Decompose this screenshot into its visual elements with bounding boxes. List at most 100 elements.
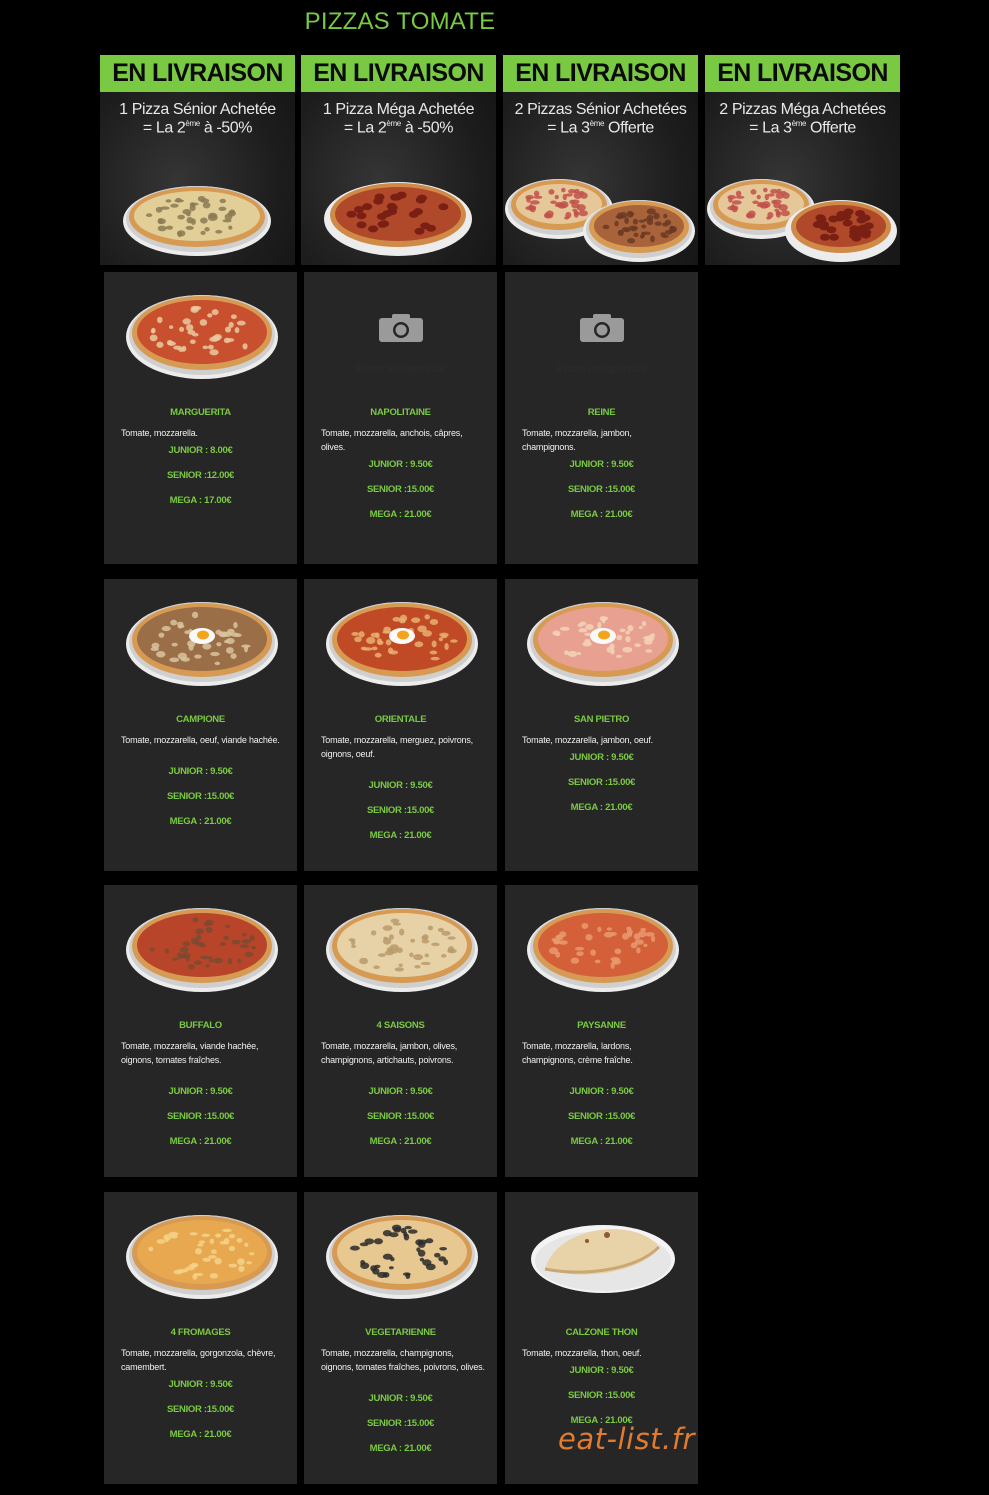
pizza-ingredients: Tomate, mozzarella, oeuf, viande hachée.	[121, 735, 280, 745]
pizza-name: MARGUERITA	[170, 407, 231, 418]
pizza-image	[126, 1215, 278, 1299]
price-senior: SENIOR :15.00€	[366, 1418, 435, 1429]
price-senior: SENIOR :15.00€	[567, 1111, 636, 1122]
pizza-name: CALZONE THON	[565, 1327, 638, 1338]
price-mega: MEGA : 21.00€	[369, 509, 432, 520]
price-list: JUNIOR : 9.50€ SENIOR :15.00€ MEGA : 21.00…	[304, 458, 497, 533]
pizza-image	[326, 602, 478, 686]
pizza-ingredients: Tomate, mozzarella.	[121, 428, 198, 438]
pizza-image	[126, 602, 278, 686]
pizza-card[interactable]: BUFFALO Tomate, mozzarella, viande hachée…	[104, 885, 297, 1177]
price-senior: SENIOR :15.00€	[567, 484, 636, 495]
price-mega: MEGA : 21.00€	[169, 816, 232, 827]
pizza-ingredients: Tomate, mozzarella, jambon, olives, cham…	[321, 1041, 458, 1065]
pizza-card[interactable]: Photo indisponible NAPOLITAINE Tomate, moz…	[304, 272, 497, 564]
price-list: JUNIOR : 9.50€ SENIOR :15.00€ MEGA : 21.00…	[104, 1378, 297, 1453]
pizza-ingredients: Tomate, mozzarella, thon, oeuf.	[522, 1348, 642, 1358]
calzone-image	[531, 1225, 675, 1293]
camera-icon	[378, 314, 423, 342]
promo-banner: EN LIVRAISON	[503, 55, 698, 92]
pizza-name: 4 SAISONS	[376, 1020, 425, 1031]
pizza-ingredients: Tomate, mozzarella, champignons, oignons…	[321, 1348, 485, 1372]
price-list: JUNIOR : 9.50€ SENIOR :15.00€ MEGA : 21.00…	[104, 765, 297, 840]
pizza-name: PAYSANNE	[577, 1020, 626, 1031]
pizza-name: VEGETARIENNE	[365, 1327, 436, 1338]
page-title: PIZZAS TOMATE	[304, 8, 496, 35]
promo-tile[interactable]: EN LIVRAISON 1 Pizza Sénior Achetée = La 2…	[100, 55, 295, 265]
promo-pizza-image	[324, 182, 472, 256]
pizza-name: CAMPIONE	[176, 714, 225, 725]
photo-unavailable-caption: Photo indisponible	[355, 363, 446, 375]
price-list: JUNIOR : 9.50€ SENIOR :15.00€ MEGA : 21.00…	[104, 1085, 297, 1160]
pizza-image	[126, 295, 278, 379]
promo-banner: EN LIVRAISON	[705, 55, 900, 92]
pizza-card[interactable]: VEGETARIENNE Tomate, mozzarella, champign…	[304, 1192, 497, 1484]
pizza-card[interactable]: CAMPIONE Tomate, mozzarella, oeuf, viande…	[104, 579, 297, 871]
price-list: JUNIOR : 8.00€ SENIOR :12.00€ MEGA : 17.00…	[104, 444, 297, 519]
pizza-image	[527, 602, 679, 686]
price-junior: JUNIOR : 9.50€	[168, 766, 233, 777]
photo-unavailable: Photo indisponible	[304, 312, 497, 375]
pizza-ingredients: Tomate, mozzarella, gorgonzola, chèvre, …	[121, 1348, 276, 1372]
price-senior: SENIOR :15.00€	[366, 1111, 435, 1122]
price-junior: JUNIOR : 9.50€	[168, 1086, 233, 1097]
price-junior: JUNIOR : 9.50€	[569, 459, 634, 470]
promo-offer-detail: = La 3ème Offerte	[547, 119, 654, 137]
pizza-ingredients: Tomate, mozzarella, merguez, poivrons, o…	[321, 735, 473, 759]
price-junior: JUNIOR : 9.50€	[569, 1086, 634, 1097]
pizza-ingredients: Tomate, mozzarella, lardons, champignons…	[522, 1041, 633, 1065]
pizza-image	[126, 908, 278, 992]
promo-pizza-image	[123, 186, 271, 256]
pizza-card[interactable]: 4 FROMAGES Tomate, mozzarella, gorgonzola…	[104, 1192, 297, 1484]
promo-offer-line: 2 Pizzas Méga Achetées	[719, 101, 886, 118]
pizza-card[interactable]: SAN PIETRO Tomate, mozzarella, jambon, oe…	[505, 579, 698, 871]
price-junior: JUNIOR : 8.00€	[168, 445, 233, 456]
promo-banner: EN LIVRAISON	[301, 55, 496, 92]
promo-pizza-image	[707, 179, 897, 262]
price-mega: MEGA : 21.00€	[570, 1136, 633, 1147]
camera-icon	[579, 314, 624, 342]
price-list: JUNIOR : 9.50€ SENIOR :15.00€ MEGA : 21.00…	[505, 458, 698, 533]
promo-banner: EN LIVRAISON	[100, 55, 295, 92]
promo-offer-detail: = La 3ème Offerte	[749, 119, 856, 137]
promo-tile[interactable]: EN LIVRAISON 2 Pizzas Sénior Achetées = La…	[503, 55, 698, 265]
price-list: JUNIOR : 9.50€ SENIOR :15.00€ MEGA : 21.00…	[505, 1085, 698, 1160]
promo-offer-detail: = La 2ème à -50%	[343, 119, 454, 137]
promo-tile[interactable]: EN LIVRAISON 2 Pizzas Méga Achetées = La 3…	[705, 55, 900, 265]
pizza-ingredients: Tomate, mozzarella, jambon, champignons.	[522, 428, 632, 452]
price-junior: JUNIOR : 9.50€	[368, 1393, 433, 1404]
price-mega: MEGA : 21.00€	[169, 1136, 232, 1147]
pizza-name: ORIENTALE	[374, 714, 427, 725]
price-senior: SENIOR :15.00€	[166, 1404, 235, 1415]
pizza-name: REINE	[587, 407, 616, 418]
promo-tile[interactable]: EN LIVRAISON 1 Pizza Méga Achetée = La 2èm…	[301, 55, 496, 265]
photo-unavailable: Photo indisponible	[505, 312, 698, 375]
photo-unavailable-caption: Photo indisponible	[556, 363, 647, 375]
pizza-name: NAPOLITAINE	[370, 407, 431, 418]
promo-offer-line: 2 Pizzas Sénior Achetées	[514, 101, 687, 118]
pizza-ingredients: Tomate, mozzarella, viande hachée, oigno…	[121, 1041, 259, 1065]
pizza-image	[527, 908, 679, 992]
price-junior: JUNIOR : 9.50€	[368, 459, 433, 470]
pizza-card[interactable]: 4 SAISONS Tomate, mozzarella, jambon, oli…	[304, 885, 497, 1177]
price-mega: MEGA : 21.00€	[369, 1443, 432, 1454]
price-senior: SENIOR :15.00€	[166, 1111, 235, 1122]
price-mega: MEGA : 21.00€	[369, 830, 432, 841]
price-list: JUNIOR : 9.50€ SENIOR :15.00€ MEGA : 21.00…	[505, 751, 698, 826]
promo-pizza-image	[505, 179, 695, 262]
price-junior: JUNIOR : 9.50€	[368, 1086, 433, 1097]
promo-offer-line: 1 Pizza Méga Achetée	[322, 101, 475, 118]
price-mega: MEGA : 17.00€	[169, 495, 232, 506]
pizza-card[interactable]: ORIENTALE Tomate, mozzarella, merguez, po…	[304, 579, 497, 871]
pizza-card[interactable]: PAYSANNE Tomate, mozzarella, lardons, cha…	[505, 885, 698, 1177]
price-list: JUNIOR : 9.50€ SENIOR :15.00€ MEGA : 21.00…	[304, 1085, 497, 1160]
price-mega: MEGA : 21.00€	[369, 1136, 432, 1147]
pizza-card[interactable]: Photo indisponible REINE Tomate, mozzarell…	[505, 272, 698, 564]
pizza-card[interactable]: MARGUERITA Tomate, mozzarella. JUNIOR : 8.…	[104, 272, 297, 564]
price-senior: SENIOR :12.00€	[166, 470, 235, 481]
price-list: JUNIOR : 9.50€ SENIOR :15.00€ MEGA : 21.00…	[304, 779, 497, 854]
watermark: eat-list.fr	[558, 1422, 695, 1456]
pizza-ingredients: Tomate, mozzarella, jambon, oeuf.	[522, 735, 653, 745]
price-junior: JUNIOR : 9.50€	[168, 1379, 233, 1390]
pizza-image	[326, 1215, 478, 1299]
